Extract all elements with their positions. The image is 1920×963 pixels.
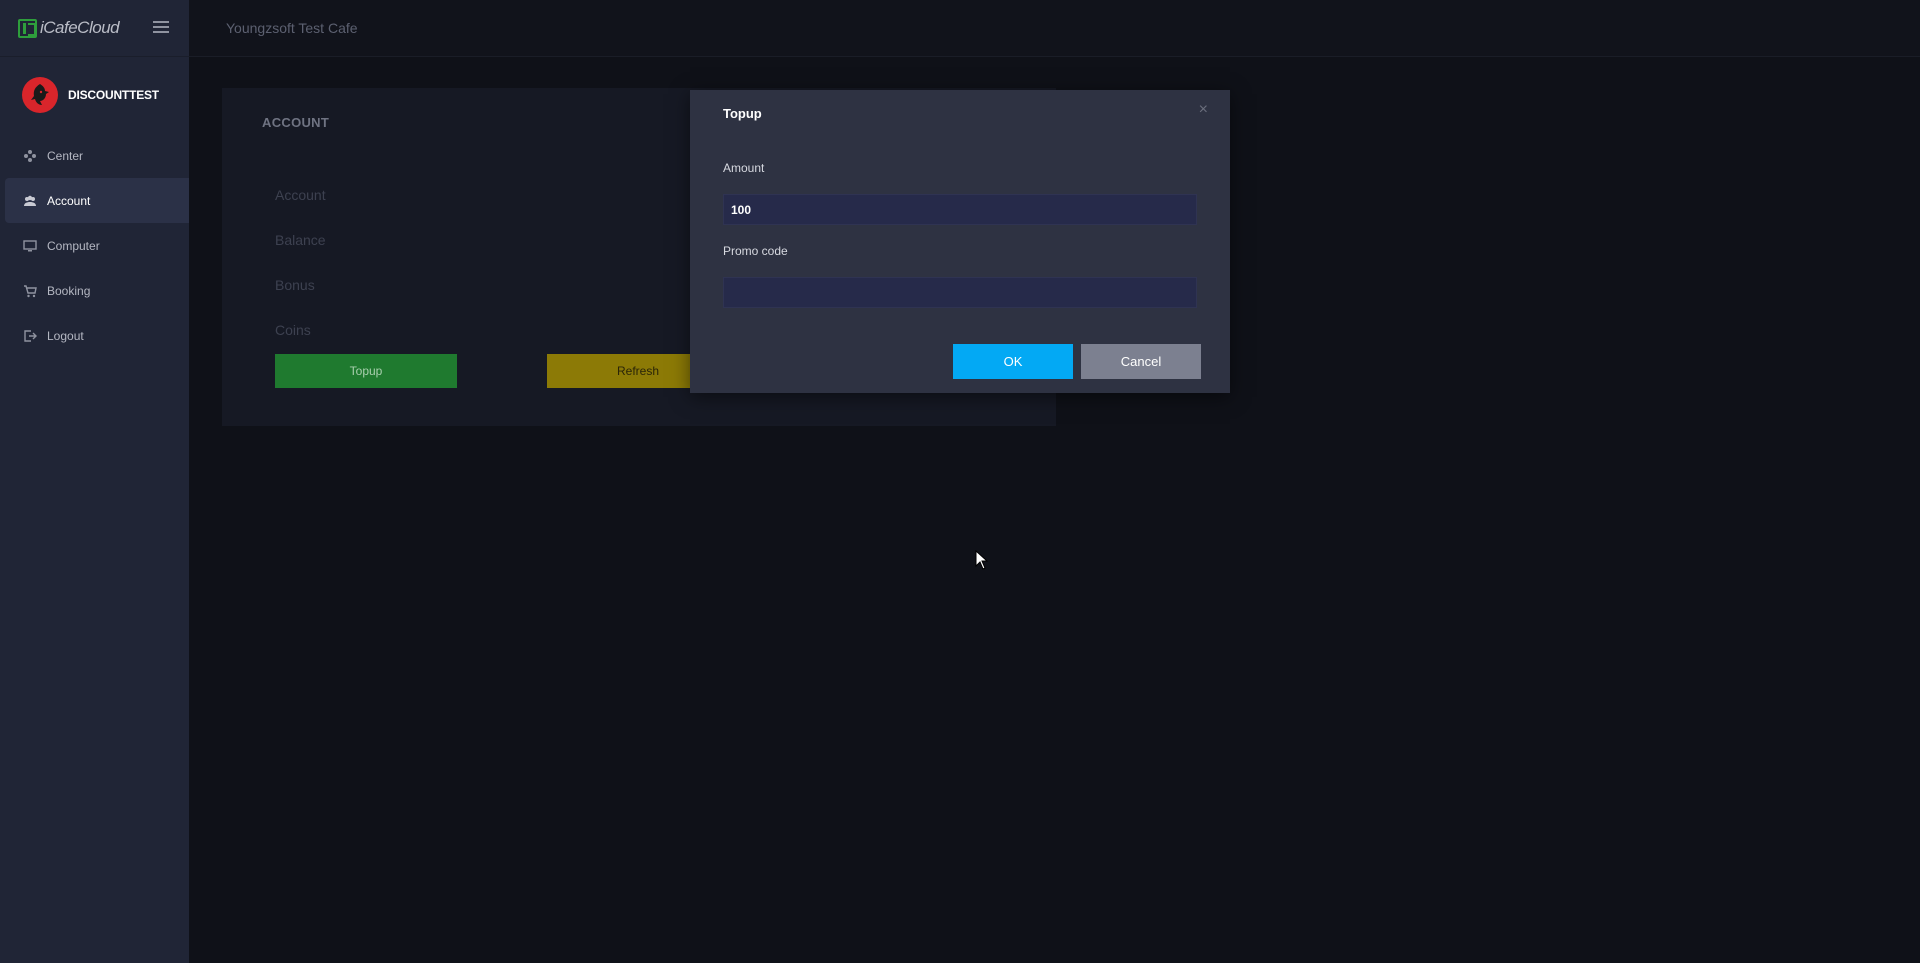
avatar <box>22 77 58 113</box>
field-label-coins: Coins <box>275 322 311 338</box>
topup-dialog: Topup × Amount Promo code OK Cancel <box>690 90 1230 393</box>
monitor-icon <box>23 239 37 253</box>
amount-label: Amount <box>723 161 765 175</box>
brand-logo-icon <box>18 18 37 38</box>
sidebar-item-label: Computer <box>47 238 100 253</box>
sidebar-item-booking[interactable]: Booking <box>0 268 189 313</box>
field-label-balance: Balance <box>275 232 326 248</box>
sidebar-item-label: Logout <box>47 328 84 343</box>
cafe-name: Youngzsoft Test Cafe <box>226 20 358 36</box>
brand-name: iCafeCloud <box>40 18 120 37</box>
gamepad-icon <box>23 149 37 163</box>
dialog-title: Topup <box>723 106 762 121</box>
close-icon[interactable]: × <box>1199 101 1208 119</box>
username: DISCOUNTTEST <box>68 88 159 102</box>
dragon-logo-icon <box>31 84 49 105</box>
logout-icon <box>23 329 37 343</box>
sidebar-item-logout[interactable]: Logout <box>0 313 189 358</box>
field-label-bonus: Bonus <box>275 277 315 293</box>
cancel-button[interactable]: Cancel <box>1081 344 1201 379</box>
sidebar: iCafeCloud DISCOUNTTEST Center Account C… <box>0 0 189 963</box>
brand: iCafeCloud <box>0 0 189 57</box>
sidebar-item-center[interactable]: Center <box>0 133 189 178</box>
page-title: ACCOUNT <box>262 115 330 130</box>
topup-button[interactable]: Topup <box>275 354 457 388</box>
sidebar-item-label: Center <box>47 148 84 163</box>
sidebar-item-label: Booking <box>47 283 91 298</box>
sidebar-item-computer[interactable]: Computer <box>0 223 189 268</box>
mouse-pointer-icon <box>975 550 989 570</box>
ok-button[interactable]: OK <box>953 344 1073 379</box>
user-profile: DISCOUNTTEST <box>0 57 189 133</box>
sidebar-item-label: Account <box>47 193 91 208</box>
menu-toggle-icon[interactable] <box>153 21 169 33</box>
sidebar-item-account[interactable]: Account <box>5 178 189 223</box>
users-icon <box>23 194 37 208</box>
amount-input[interactable] <box>723 194 1197 225</box>
promo-code-label: Promo code <box>723 244 788 258</box>
topbar: Youngzsoft Test Cafe <box>189 0 1920 57</box>
cart-icon <box>23 284 37 298</box>
field-label-account: Account <box>275 187 326 203</box>
promo-code-input[interactable] <box>723 277 1197 308</box>
